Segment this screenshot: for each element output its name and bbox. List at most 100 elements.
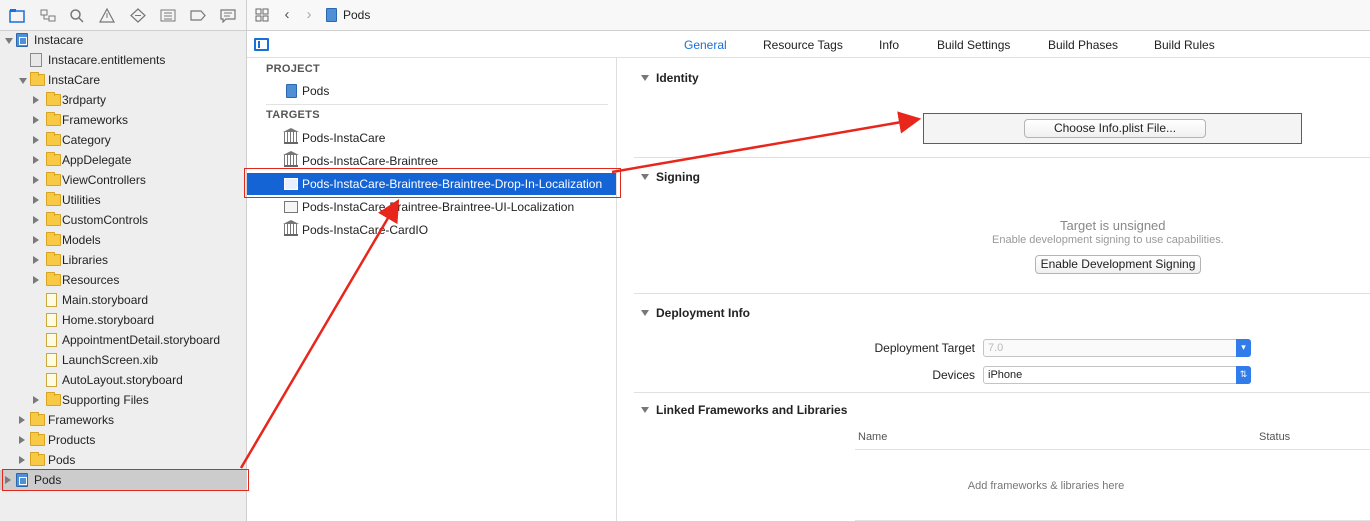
folder-icon: [46, 112, 61, 126]
breadcrumb[interactable]: Pods: [343, 8, 370, 22]
project-icon: [286, 84, 297, 98]
navigator-item[interactable]: Category: [0, 130, 246, 150]
storyboard-file-icon: [46, 333, 57, 347]
disclosure-closed-icon[interactable]: [33, 256, 39, 264]
navigator-item[interactable]: Products: [0, 430, 246, 450]
navigator-item[interactable]: Pods: [0, 450, 246, 470]
deployment-target-value: 7.0: [988, 342, 1004, 354]
column-header-status[interactable]: Status: [1259, 431, 1290, 443]
tab-build-rules[interactable]: Build Rules: [1154, 38, 1215, 52]
disclosure-closed-icon[interactable]: [19, 436, 25, 444]
navigator-item-selected[interactable]: Pods: [0, 470, 246, 490]
target-row[interactable]: Pods-InstaCare-Braintree-Braintree-UI-Lo…: [247, 196, 616, 218]
symbol-navigator-icon[interactable]: [40, 8, 56, 23]
disclosure-closed-icon[interactable]: [33, 156, 39, 164]
tab-build-phases[interactable]: Build Phases: [1048, 38, 1118, 52]
editor-tab-bar: General Resource Tags Info Build Setting…: [247, 31, 1370, 58]
signing-disclosure-icon[interactable]: [641, 174, 649, 180]
devices-select[interactable]: iPhone ⇅: [983, 366, 1251, 384]
navigator-item[interactable]: CustomControls: [0, 210, 246, 230]
target-row[interactable]: Pods-InstaCare: [247, 127, 616, 149]
find-navigator-icon[interactable]: [69, 8, 85, 23]
navigator-toolbar: [0, 0, 246, 31]
navigator-item[interactable]: Instacare: [0, 30, 246, 50]
disclosure-open-icon[interactable]: [5, 38, 13, 44]
navigator-item-label: Models: [62, 233, 101, 247]
breakpoint-navigator-icon[interactable]: [190, 8, 206, 23]
folder-icon: [46, 392, 61, 406]
choose-info-plist-button[interactable]: Choose Info.plist File...: [1024, 119, 1206, 138]
disclosure-closed-icon[interactable]: [33, 216, 39, 224]
tab-general[interactable]: General: [684, 38, 727, 52]
disclosure-closed-icon[interactable]: [33, 396, 39, 404]
tab-info[interactable]: Info: [879, 38, 899, 52]
forward-chevron-icon[interactable]: ›: [302, 6, 316, 24]
tab-build-settings[interactable]: Build Settings: [937, 38, 1010, 52]
folder-icon: [46, 272, 61, 286]
navigator-item-label: Supporting Files: [62, 393, 149, 407]
disclosure-closed-icon[interactable]: [5, 476, 11, 484]
disclosure-closed-icon[interactable]: [33, 196, 39, 204]
target-label: Pods-InstaCare: [302, 131, 386, 145]
navigator-item[interactable]: Supporting Files: [0, 390, 246, 410]
test-navigator-icon[interactable]: [130, 8, 146, 23]
navigator-item-label: CustomControls: [62, 213, 149, 227]
navigator-item-label: Products: [48, 433, 96, 447]
disclosure-closed-icon[interactable]: [19, 456, 25, 464]
up-down-arrows-icon: ⇅: [1236, 366, 1251, 384]
deployment-disclosure-icon[interactable]: [641, 310, 649, 316]
show-outline-toggle-icon[interactable]: [254, 38, 269, 51]
disclosure-open-icon[interactable]: [19, 78, 27, 84]
debug-navigator-icon[interactable]: [160, 8, 176, 23]
navigator-item-label: Instacare.entitlements: [48, 53, 166, 67]
disclosure-closed-icon[interactable]: [33, 136, 39, 144]
navigator-item[interactable]: Utilities: [0, 190, 246, 210]
target-row[interactable]: Pods-InstaCare-CardIO: [247, 219, 616, 241]
disclosure-closed-icon[interactable]: [33, 176, 39, 184]
project-item-pods[interactable]: Pods: [247, 80, 616, 102]
navigator-item[interactable]: AppointmentDetail.storyboard: [0, 330, 246, 350]
navigator-item-label: InstaCare: [48, 73, 101, 87]
deployment-target-select[interactable]: 7.0 ▾: [983, 339, 1251, 357]
bundle-target-icon: [284, 201, 298, 213]
navigator-item[interactable]: Models: [0, 230, 246, 250]
navigator-item[interactable]: 3rdparty: [0, 90, 246, 110]
navigator-item-label: Instacare: [34, 33, 84, 47]
navigator-item[interactable]: Main.storyboard: [0, 290, 246, 310]
navigator-item[interactable]: Frameworks: [0, 410, 246, 430]
navigator-item[interactable]: Libraries: [0, 250, 246, 270]
target-label: Pods-InstaCare-Braintree-Braintree-UI-Lo…: [302, 200, 575, 214]
back-chevron-icon[interactable]: ‹: [280, 6, 294, 24]
navigator-item[interactable]: InstaCare: [0, 70, 246, 90]
frameworks-disclosure-icon[interactable]: [641, 407, 649, 413]
project-navigator-icon[interactable]: [9, 8, 25, 23]
navigator-item[interactable]: ViewControllers: [0, 170, 246, 190]
navigator-item-label: Pods: [48, 453, 76, 467]
identity-disclosure-icon[interactable]: [641, 75, 649, 81]
frameworks-section-title: Linked Frameworks and Libraries: [656, 403, 848, 417]
target-row[interactable]: Pods-InstaCare-Braintree: [247, 150, 616, 172]
disclosure-closed-icon[interactable]: [19, 416, 25, 424]
navigator-item[interactable]: Instacare.entitlements: [0, 50, 246, 70]
issue-navigator-icon[interactable]: [99, 8, 115, 23]
disclosure-closed-icon[interactable]: [33, 96, 39, 104]
target-row-selected[interactable]: Pods-InstaCare-Braintree-Braintree-Drop-…: [247, 173, 616, 195]
navigator-item[interactable]: AutoLayout.storyboard: [0, 370, 246, 390]
folder-icon: [30, 72, 45, 86]
xib-file-icon: [46, 353, 57, 367]
target-label: Pods-InstaCare-Braintree-Braintree-Drop-…: [302, 177, 603, 191]
tab-resource-tags[interactable]: Resource Tags: [763, 38, 843, 52]
navigator-item[interactable]: Frameworks: [0, 110, 246, 130]
navigator-item-label: 3rdparty: [62, 93, 107, 107]
column-header-name[interactable]: Name: [858, 431, 887, 443]
navigator-item[interactable]: Resources: [0, 270, 246, 290]
disclosure-closed-icon[interactable]: [33, 116, 39, 124]
navigator-item[interactable]: LaunchScreen.xib: [0, 350, 246, 370]
related-items-grid-icon[interactable]: [255, 8, 269, 22]
disclosure-closed-icon[interactable]: [33, 236, 39, 244]
report-navigator-icon[interactable]: [220, 8, 236, 23]
navigator-item[interactable]: AppDelegate: [0, 150, 246, 170]
navigator-item[interactable]: Home.storyboard: [0, 310, 246, 330]
disclosure-closed-icon[interactable]: [33, 276, 39, 284]
enable-development-signing-button[interactable]: Enable Development Signing: [1035, 255, 1201, 274]
